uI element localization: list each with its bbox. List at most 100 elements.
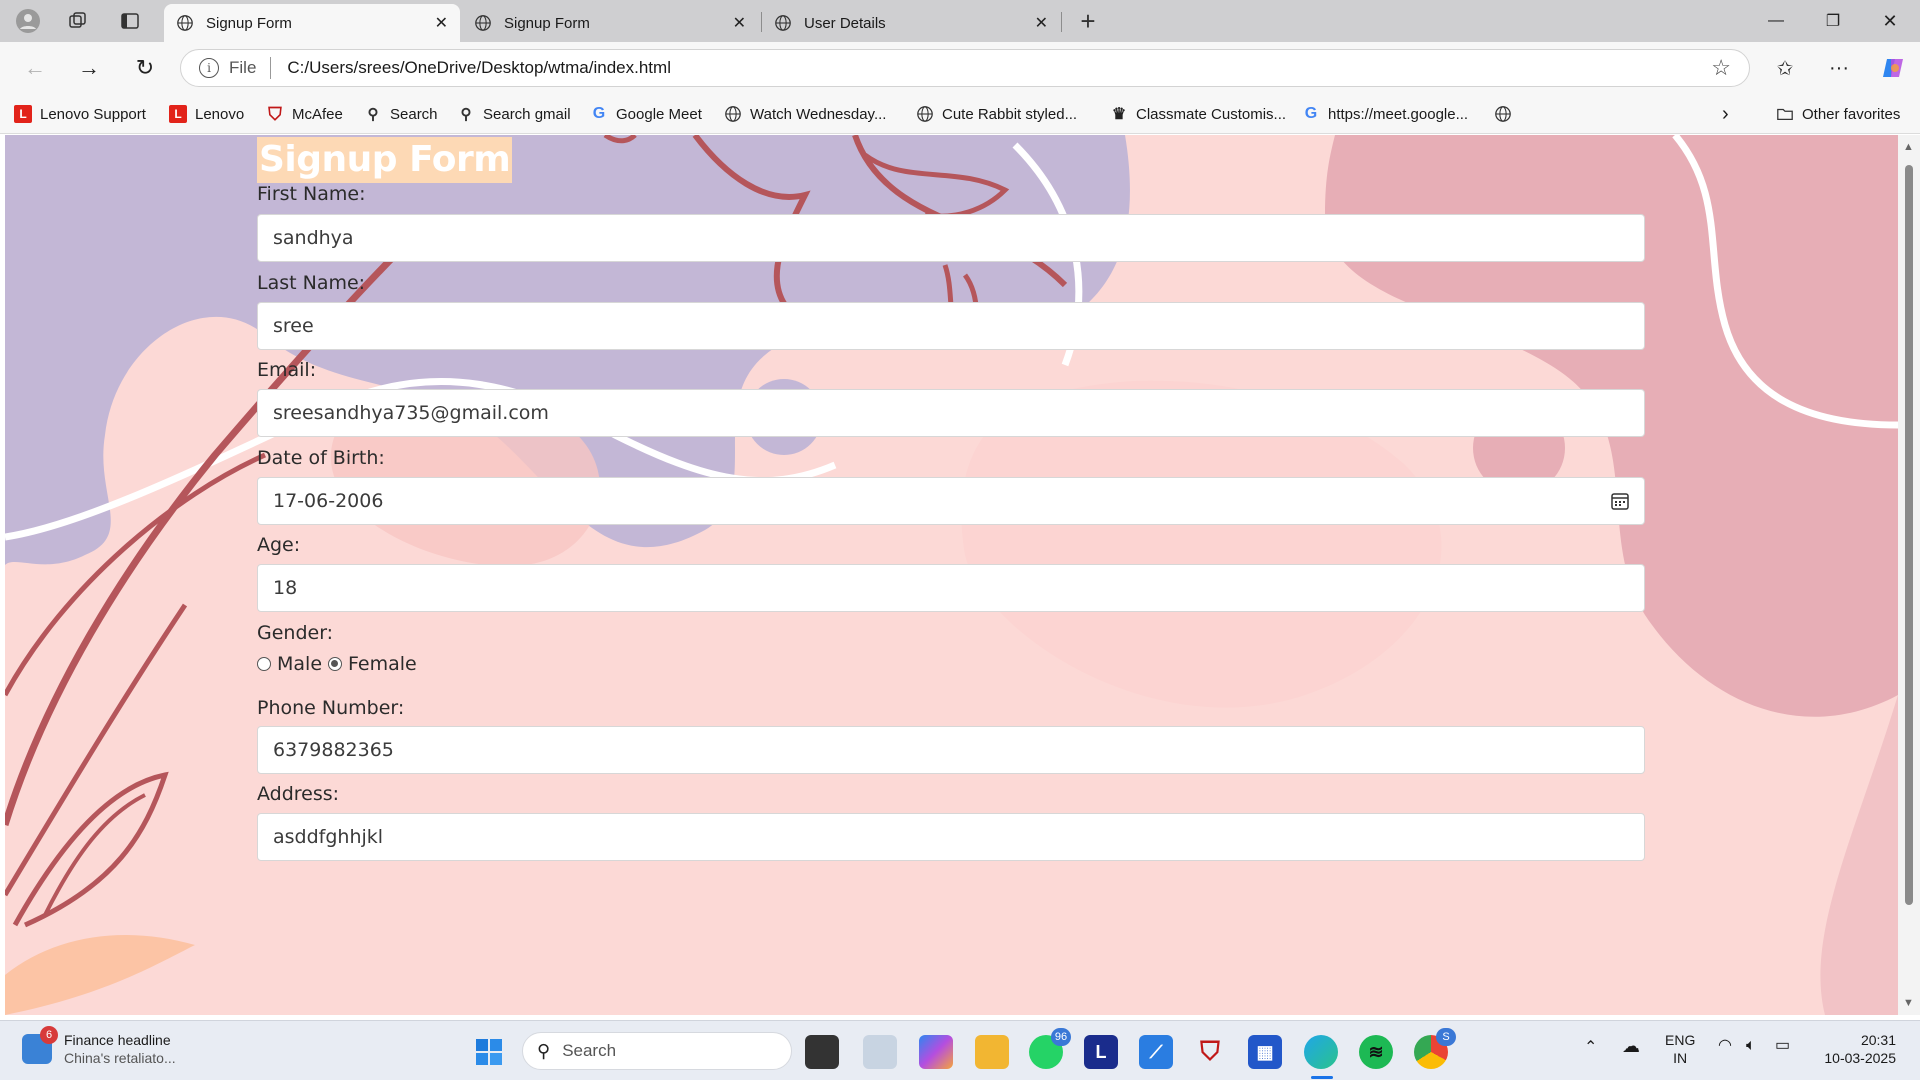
copilot-icon[interactable]: [919, 1035, 953, 1069]
globe-icon: [775, 15, 791, 31]
tab-signup-form-2[interactable]: Signup Form ✕: [462, 4, 758, 42]
bookmark-mcafee[interactable]: ⛉ McAfee: [266, 103, 343, 125]
address-bar[interactable]: i File C:/Users/srees/OneDrive/Desktop/w…: [180, 49, 1750, 87]
whatsapp-icon[interactable]: 96: [1029, 1028, 1071, 1069]
info-icon[interactable]: i: [199, 58, 219, 78]
task-view-icon[interactable]: [805, 1035, 839, 1069]
news-subtitle: China's retaliato...: [64, 1050, 176, 1066]
minimize-icon[interactable]: —: [1756, 8, 1796, 34]
edge-icon[interactable]: [1304, 1035, 1338, 1069]
globe-icon: [917, 106, 933, 122]
chevron-up-icon[interactable]: ⌃: [1584, 1039, 1597, 1057]
scrollbar-thumb[interactable]: [1905, 165, 1913, 905]
chrome-profile-badge: S: [1436, 1028, 1456, 1046]
battery-icon[interactable]: ▭: [1775, 1037, 1790, 1055]
tab-actions-icon[interactable]: [116, 7, 144, 35]
search-icon: ⚲: [367, 106, 379, 123]
address-url[interactable]: C:/Users/srees/OneDrive/Desktop/wtma/ind…: [287, 58, 1711, 78]
dob-input[interactable]: 17-06-2006: [257, 477, 1645, 525]
address-scheme: File: [229, 58, 257, 77]
news-title: Finance headline: [64, 1032, 171, 1048]
close-tab-icon[interactable]: ✕: [435, 13, 448, 33]
store-icon[interactable]: ▦: [1248, 1035, 1282, 1069]
bookmark-lenovo[interactable]: L Lenovo: [169, 103, 244, 125]
file-explorer-icon[interactable]: [975, 1035, 1009, 1069]
volume-icon[interactable]: 🔈︎: [1746, 1037, 1756, 1055]
chrome-icon[interactable]: S: [1414, 1028, 1456, 1069]
age-input[interactable]: 18: [257, 564, 1645, 612]
scroll-down-icon[interactable]: ▼: [1903, 997, 1914, 1009]
bookmark-globe[interactable]: [1494, 103, 1520, 125]
gender-female-radio[interactable]: [328, 657, 343, 671]
workspaces-icon[interactable]: [64, 7, 92, 35]
gender-male-label[interactable]: Male: [277, 653, 322, 675]
clock-time: 20:31: [1860, 1032, 1896, 1048]
mcafee-icon[interactable]: ⛉: [1193, 1035, 1227, 1069]
tab-separator: [1061, 12, 1062, 32]
bookmarks-bar: L Lenovo Support L Lenovo ⛉ McAfee ⚲ Sea…: [0, 94, 1920, 134]
search-icon: ⚲: [460, 106, 472, 123]
news-widget[interactable]: 6 Finance headline China's retaliato...: [22, 1026, 176, 1067]
bookmark-search[interactable]: ⚲ Search: [364, 103, 438, 125]
refresh-icon[interactable]: ↻: [130, 53, 160, 83]
wifi-icon[interactable]: ◠: [1718, 1037, 1732, 1055]
copilot-icon[interactable]: [1878, 53, 1908, 83]
close-window-icon[interactable]: ✕: [1870, 8, 1910, 34]
tab-user-details[interactable]: User Details ✕: [762, 4, 1060, 42]
spotify-icon[interactable]: ≋: [1359, 1035, 1393, 1069]
mcafee-icon: ⛉: [268, 103, 282, 124]
bookmark-cute-rabbit[interactable]: Cute Rabbit styled...: [916, 103, 1077, 125]
scroll-up-icon[interactable]: ▲: [1903, 141, 1914, 153]
email-input[interactable]: sreesandhya735@gmail.com: [257, 389, 1645, 437]
favorites-icon[interactable]: ✩: [1770, 53, 1800, 83]
other-favorites-label: Other favorites: [1802, 105, 1901, 123]
other-favorites[interactable]: Other favorites: [1776, 103, 1900, 125]
freeform-icon[interactable]: ⟋: [1139, 1035, 1173, 1069]
bookmark-google-meet[interactable]: G Google Meet: [590, 103, 702, 125]
page-scrollbar[interactable]: ▲ ▼: [1898, 135, 1920, 1015]
gender-male-radio[interactable]: [257, 657, 271, 671]
dob-label: Date of Birth:: [257, 447, 385, 469]
tab-title: Signup Form: [504, 14, 590, 32]
bookmark-classmate[interactable]: ♛ Classmate Customis...: [1110, 103, 1286, 125]
chevron-right-icon[interactable]: ›: [1722, 103, 1729, 125]
tab-signup-form-1[interactable]: Signup Form ✕: [164, 4, 460, 42]
calendar-icon[interactable]: [1610, 491, 1630, 511]
phone-label: Phone Number:: [257, 697, 405, 719]
clock[interactable]: 20:31 10-03-2025: [1816, 1031, 1896, 1067]
forward-icon[interactable]: →: [74, 53, 104, 83]
address-input[interactable]: asddfghhjkl: [257, 813, 1645, 861]
page-viewport: Signup Form First Name: sandhya Last Nam…: [5, 135, 1898, 1015]
last-name-input[interactable]: sree: [257, 302, 1645, 350]
gender-female-label[interactable]: Female: [348, 653, 417, 675]
lenovo-icon: L: [14, 105, 32, 123]
bookmark-label: Watch Wednesday...: [750, 105, 887, 123]
restore-icon[interactable]: ❐: [1813, 8, 1853, 34]
tab-title: User Details: [804, 14, 886, 32]
age-label: Age:: [257, 534, 301, 556]
close-tab-icon[interactable]: ✕: [733, 13, 746, 33]
back-icon[interactable]: ←: [20, 53, 50, 83]
bookmark-lenovo-support[interactable]: L Lenovo Support: [14, 103, 146, 125]
first-name-label: First Name:: [257, 183, 366, 205]
classmate-icon: ♛: [1111, 106, 1127, 123]
profile-icon[interactable]: [14, 7, 42, 35]
first-name-input[interactable]: sandhya: [257, 214, 1645, 262]
phone-input[interactable]: 6379882365: [257, 726, 1645, 774]
lenovo-vantage-icon[interactable]: L: [1084, 1035, 1118, 1069]
bookmark-search-gmail[interactable]: ⚲ Search gmail: [457, 103, 571, 125]
language-indicator[interactable]: ENG IN: [1665, 1031, 1695, 1067]
more-icon[interactable]: ···: [1824, 53, 1854, 83]
close-tab-icon[interactable]: ✕: [1035, 13, 1048, 33]
bookmark-meet-google[interactable]: G https://meet.google...: [1302, 103, 1468, 125]
onedrive-icon[interactable]: ☁: [1622, 1037, 1640, 1055]
favorite-star-icon[interactable]: ☆: [1711, 55, 1731, 81]
new-tab-icon[interactable]: +: [1074, 6, 1102, 36]
widgets-icon[interactable]: [863, 1035, 897, 1069]
taskbar-search[interactable]: ⚲ Search: [522, 1032, 792, 1070]
windows-start-icon[interactable]: [472, 1035, 506, 1069]
bookmark-watch-wednesday[interactable]: Watch Wednesday...: [724, 103, 886, 125]
region-label: IN: [1673, 1050, 1688, 1066]
bookmark-label: Google Meet: [616, 105, 702, 123]
form-title: Signup Form: [257, 137, 513, 183]
